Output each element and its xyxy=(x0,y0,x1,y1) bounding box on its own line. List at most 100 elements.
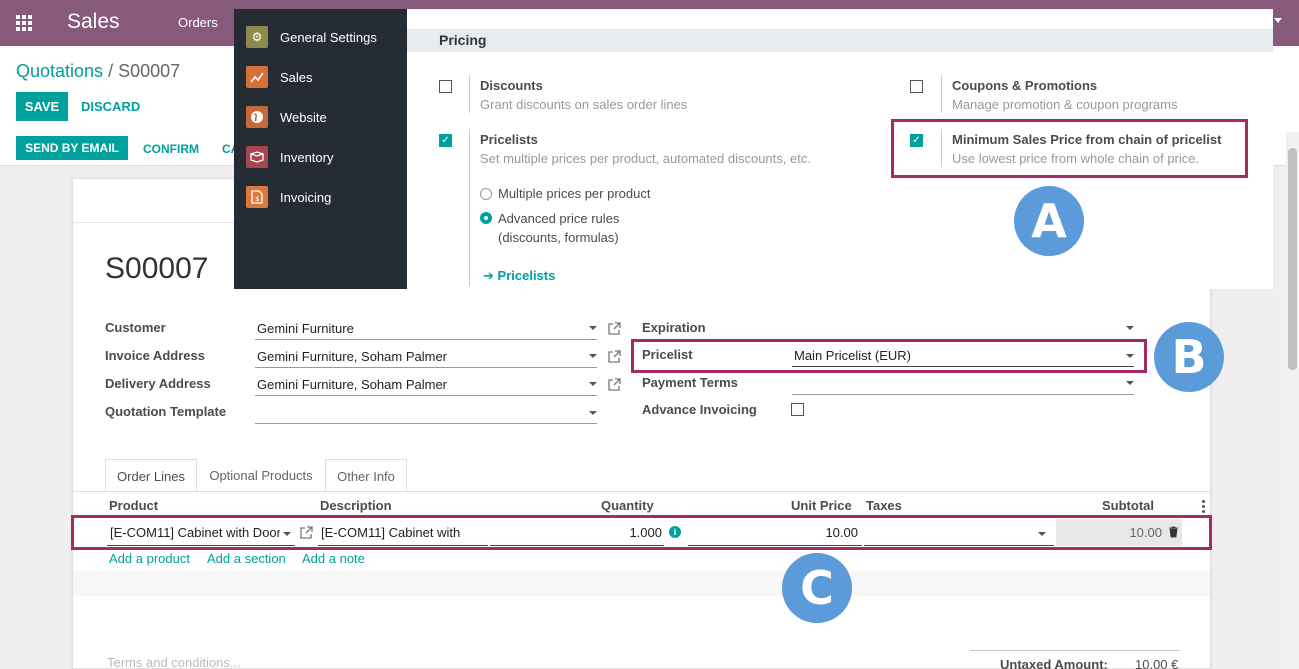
invoice-icon: $ xyxy=(246,186,268,208)
radio-multiple-prices-label: Multiple prices per product xyxy=(498,186,651,201)
highlight-box-b xyxy=(631,339,1147,373)
radio-advanced-rules-label: Advanced price rules xyxy=(498,211,620,226)
discounts-checkbox[interactable] xyxy=(439,80,452,93)
external-link-icon[interactable] xyxy=(608,378,621,391)
breadcrumb-separator: / xyxy=(108,61,114,81)
column-options-icon[interactable] xyxy=(1202,500,1206,513)
scrollbar-thumb[interactable] xyxy=(1288,148,1297,370)
save-button[interactable]: SAVE xyxy=(16,92,68,121)
globe-icon xyxy=(246,106,268,128)
confirm-button[interactable]: CONFIRM xyxy=(143,142,199,156)
quotation-template-label: Quotation Template xyxy=(105,404,227,419)
coupons-desc: Manage promotion & coupon programs xyxy=(952,97,1178,112)
tab-optional-products[interactable]: Optional Products xyxy=(197,459,325,492)
advance-invoicing-checkbox[interactable] xyxy=(791,403,804,416)
external-link-icon[interactable] xyxy=(608,322,621,335)
radio-multiple-prices[interactable] xyxy=(480,188,492,200)
settings-item-general[interactable]: ⚙ General Settings xyxy=(246,25,377,49)
marker-c: C xyxy=(782,553,852,623)
settings-item-label: Invoicing xyxy=(280,189,332,205)
send-by-email-button[interactable]: SEND BY EMAIL xyxy=(16,136,128,160)
marker-b: B xyxy=(1154,322,1224,392)
cancel-button[interactable]: CA xyxy=(222,142,234,156)
highlight-box-a xyxy=(891,119,1248,178)
settings-item-inventory[interactable]: Inventory xyxy=(246,145,333,169)
pricelists-link-label: Pricelists xyxy=(497,268,556,283)
customer-label: Customer xyxy=(105,320,166,335)
pricelists-title: Pricelists xyxy=(480,132,538,147)
pricing-section-header xyxy=(407,29,1273,52)
col-quantity[interactable]: Quantity xyxy=(601,498,654,513)
invoice-address-dropdown-icon[interactable] xyxy=(589,354,597,358)
option-divider xyxy=(941,75,942,113)
advance-invoicing-label: Advance Invoicing xyxy=(642,402,757,417)
discounts-desc: Grant discounts on sales order lines xyxy=(480,97,688,112)
settings-item-label: Inventory xyxy=(280,149,334,165)
col-unit-price[interactable]: Unit Price xyxy=(791,498,852,513)
payment-terms-label: Payment Terms xyxy=(642,375,738,390)
app-title: Sales xyxy=(67,10,120,33)
add-section-link[interactable]: Add a section xyxy=(207,551,286,566)
settings-item-sales[interactable]: Sales xyxy=(246,65,313,89)
expiration-dropdown-icon[interactable] xyxy=(1126,326,1134,330)
empty-row xyxy=(73,571,1210,596)
col-description[interactable]: Description xyxy=(320,498,392,513)
pricelists-link[interactable]: ➔ Pricelists xyxy=(483,268,555,284)
settings-item-label: General Settings xyxy=(280,29,377,45)
chart-icon xyxy=(246,66,268,88)
highlight-box-c xyxy=(71,515,1212,550)
delivery-address-field-line xyxy=(255,395,597,396)
discounts-title: Discounts xyxy=(480,78,543,93)
radio-advanced-rules-sublabel: (discounts, formulas) xyxy=(498,230,619,245)
col-taxes[interactable]: Taxes xyxy=(866,498,902,513)
payment-terms-field-line xyxy=(792,394,1134,395)
breadcrumb-quotations[interactable]: Quotations xyxy=(16,61,103,81)
arrow-right-icon: ➔ xyxy=(483,268,494,283)
payment-terms-dropdown-icon[interactable] xyxy=(1126,381,1134,385)
tab-order-lines[interactable]: Order Lines xyxy=(105,459,197,492)
user-menu-caret-icon[interactable] xyxy=(1274,18,1282,23)
col-product[interactable]: Product xyxy=(109,498,158,513)
breadcrumb: Quotations / S00007 xyxy=(16,61,180,82)
untaxed-amount-label: Untaxed Amount: xyxy=(1000,657,1108,669)
col-subtotal[interactable]: Subtotal xyxy=(1102,498,1154,513)
settings-item-website[interactable]: Website xyxy=(246,105,327,129)
settings-item-label: Sales xyxy=(280,69,313,85)
tabs-divider xyxy=(73,491,1210,492)
expiration-label: Expiration xyxy=(642,320,706,335)
add-product-link[interactable]: Add a product xyxy=(109,551,190,566)
quotation-template-field-line xyxy=(255,423,597,424)
delivery-address-label: Delivery Address xyxy=(105,376,211,391)
pricing-section-title: Pricing xyxy=(439,32,487,48)
option-divider xyxy=(469,129,470,286)
apps-menu-icon[interactable] xyxy=(16,15,34,31)
marker-a: A xyxy=(1014,186,1084,256)
invoice-address-value[interactable]: Gemini Furniture, Soham Palmer xyxy=(257,349,447,364)
untaxed-amount-value: 10.00 € xyxy=(1135,657,1179,669)
delivery-address-value[interactable]: Gemini Furniture, Soham Palmer xyxy=(257,377,447,392)
radio-advanced-rules[interactable] xyxy=(480,212,492,224)
gear-icon: ⚙ xyxy=(246,26,268,48)
tab-other-info[interactable]: Other Info xyxy=(325,459,407,492)
totals-divider xyxy=(970,650,1180,651)
discard-button[interactable]: DISCARD xyxy=(81,99,140,114)
option-divider xyxy=(469,75,470,113)
settings-item-invoicing[interactable]: $ Invoicing xyxy=(246,185,331,209)
coupons-checkbox[interactable] xyxy=(910,80,923,93)
add-note-link[interactable]: Add a note xyxy=(302,551,365,566)
coupons-title: Coupons & Promotions xyxy=(952,78,1098,93)
delivery-address-dropdown-icon[interactable] xyxy=(589,382,597,386)
box-icon xyxy=(246,146,268,168)
customer-dropdown-icon[interactable] xyxy=(589,326,597,330)
external-link-icon[interactable] xyxy=(608,350,621,363)
svg-text:$: $ xyxy=(255,195,259,203)
settings-item-label: Website xyxy=(280,109,327,125)
breadcrumb-current: S00007 xyxy=(118,61,181,81)
invoice-address-label: Invoice Address xyxy=(105,348,205,363)
quotation-template-dropdown-icon[interactable] xyxy=(589,411,597,415)
nav-menu-orders[interactable]: Orders xyxy=(178,15,218,30)
customer-value[interactable]: Gemini Furniture xyxy=(257,321,354,336)
pricelists-desc: Set multiple prices per product, automat… xyxy=(480,151,811,166)
pricelists-checkbox[interactable]: ✓ xyxy=(439,134,452,147)
terms-and-conditions-field[interactable]: Terms and conditions... xyxy=(107,655,241,669)
